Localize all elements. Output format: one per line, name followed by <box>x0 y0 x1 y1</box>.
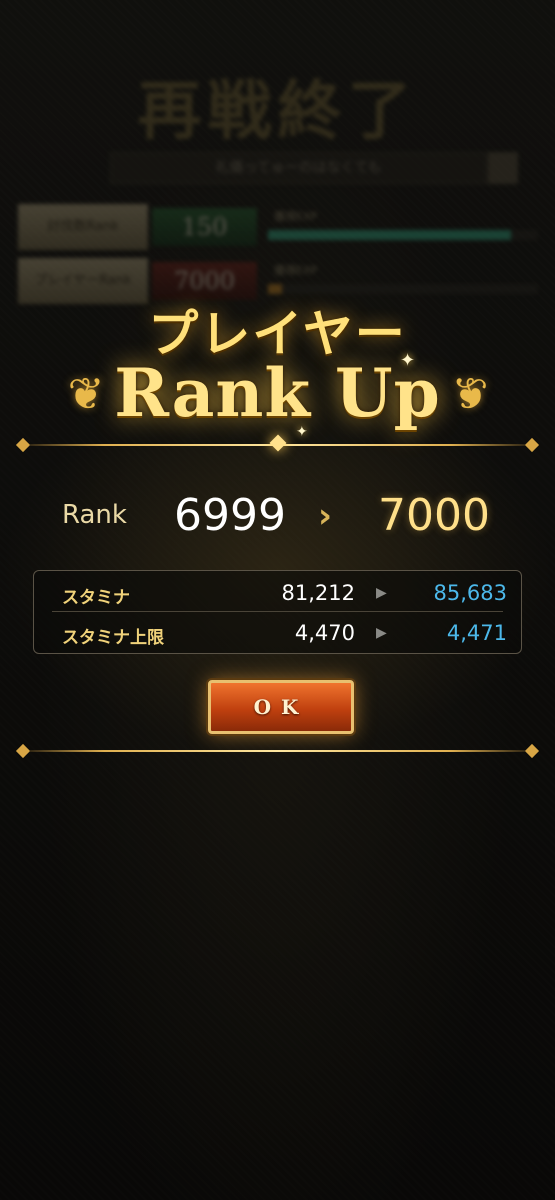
stat-row-stamina: スタミナ 81,212 ▶ 85,683 <box>34 573 521 613</box>
play-arrow-icon: ▶ <box>376 585 387 601</box>
stat-row-stamina-max: スタミナ上限 4,470 ▶ 4,471 <box>34 613 521 653</box>
sparkle-icon: ✦ <box>296 424 308 440</box>
rank-arrow-icon: › <box>318 496 333 536</box>
ok-button[interactable]: OK <box>208 680 354 734</box>
stat-new-value: 85,683 <box>433 581 507 605</box>
stat-divider <box>52 611 503 612</box>
play-arrow-icon: ▶ <box>376 625 387 641</box>
stats-panel: スタミナ 81,212 ▶ 85,683 スタミナ上限 4,470 ▶ 4,47… <box>33 570 522 654</box>
rank-old-value: 6999 <box>174 490 286 541</box>
right-flourish-icon: ❦ <box>451 369 489 420</box>
stat-name: スタミナ上限 <box>62 628 164 648</box>
stat-old-value: 4,470 <box>294 621 355 645</box>
rank-label: Rank <box>62 500 127 530</box>
sparkle-icon: ✦ <box>400 350 416 371</box>
rank-new-value: 7000 <box>378 490 490 541</box>
bottom-ornament-divider <box>15 743 540 759</box>
stat-new-value: 4,471 <box>446 621 507 645</box>
stat-name: スタミナ <box>62 588 130 608</box>
top-ornament-divider <box>15 434 540 453</box>
stat-old-value: 81,212 <box>281 581 355 605</box>
